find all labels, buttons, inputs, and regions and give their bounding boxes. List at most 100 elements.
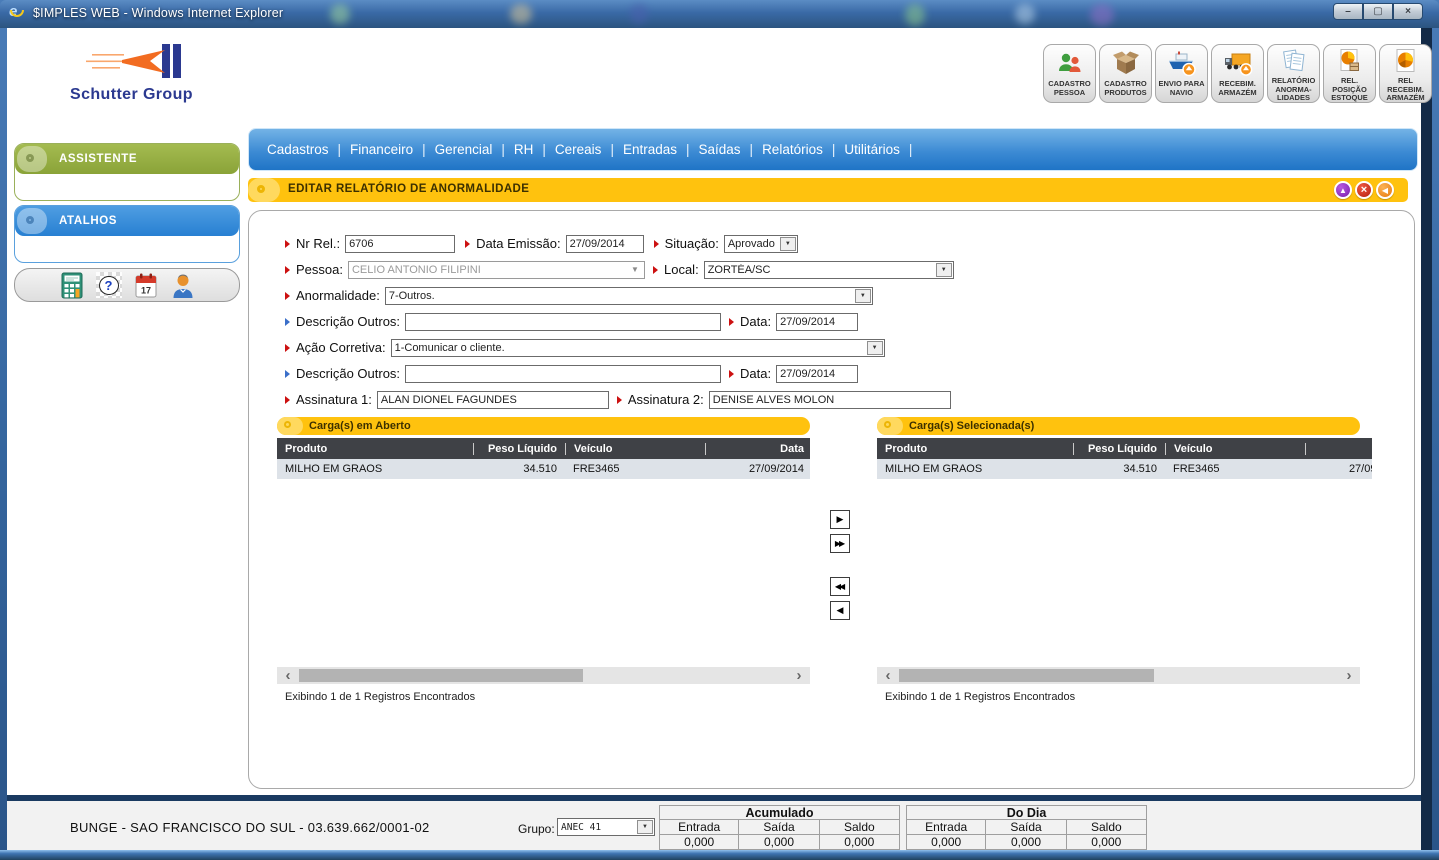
cell-produto: MILHO EM GRAOS [277,463,473,475]
background-blob [630,4,648,24]
assinatura-1-input[interactable] [377,391,609,409]
carga-selecionada-header-row: Produto Peso Líquido Veículo Data [877,438,1372,459]
cadastro-produtos-button[interactable]: CADASTRO PRODUTOS [1099,44,1152,103]
atalhos-header[interactable]: ATALHOS [15,206,239,236]
maximize-button[interactable]: ▢ [1363,3,1393,20]
menu-separator: | [750,142,754,157]
menu-cereais[interactable]: Cereais [555,142,602,157]
acao-corretiva-select[interactable]: 1-Comunicar o cliente. ▼ [391,339,885,357]
logo-text: Schutter Group [70,86,193,104]
close-button[interactable]: × [1393,3,1423,20]
section-tab [277,417,303,435]
menu-saidas[interactable]: Saídas [699,142,741,157]
col-peso-liquido: Peso Líquido [473,443,565,455]
pessoa-value: CELIO ANTONIO FILIPINI [349,264,627,276]
scroll-right-icon[interactable]: › [1338,668,1360,683]
recebimento-armazem-button[interactable]: RECEBIM. ARMAZÉM [1211,44,1264,103]
required-marker [729,318,734,326]
local-select[interactable]: ZORTÉA/SC ▼ [704,261,954,279]
assinatura-2-input[interactable] [709,391,951,409]
scroll-left-icon[interactable]: ‹ [877,668,899,683]
anormalidade-select[interactable]: 7-Outros. ▼ [385,287,873,305]
required-marker [465,240,470,248]
move-all-right-button[interactable]: ▶▶ [830,534,850,553]
required-marker [653,266,658,274]
situacao-label: Situação: [665,236,719,251]
do-dia-saida-value: 0,000 [986,835,1066,850]
carga-aberto-hscrollbar[interactable]: ‹ › [277,667,810,684]
assistente-panel: ASSISTENTE [14,143,240,201]
move-all-left-button[interactable]: ◀◀ [830,577,850,596]
menu-utilitarios[interactable]: Utilitários [844,142,900,157]
carga-selecionada-row[interactable]: MILHO EM GRAOS 34.510 FRE3465 27/09/2014 [877,459,1372,479]
assistente-header[interactable]: ASSISTENTE [15,144,239,174]
data-anormalidade-input[interactable] [776,313,858,331]
local-value: ZORTÉA/SC [705,264,936,276]
carga-aberto-row[interactable]: MILHO EM GRAOS 34.510 FRE3465 27/09/2014 [277,459,810,479]
main-menu-bar: Cadastros| Financeiro| Gerencial| RH| Ce… [248,128,1418,171]
required-marker [654,240,659,248]
cell-produto: MILHO EM GRAOS [877,463,1073,475]
back-button[interactable]: ◀ [1376,181,1394,199]
col-data: Data [705,443,810,455]
ring-icon [257,185,265,193]
scroll-top-button[interactable]: ▲ [1334,181,1352,199]
help-icon[interactable]: ? [95,271,123,299]
situacao-select[interactable]: Aprovado ▼ [724,235,798,253]
menu-rh[interactable]: RH [514,142,534,157]
form-row-6: Descrição Outros: Data: [285,364,858,383]
move-right-button[interactable]: ▶ [830,510,850,529]
rel-recebimento-armazem-button[interactable]: REL RECEBIM. ARMAZÉM [1379,44,1432,103]
menu-separator: | [686,142,690,157]
background-blob [1015,4,1035,24]
tool-label: CADASTRO PRODUTOS [1100,80,1151,97]
scroll-track[interactable] [899,669,1338,682]
do-dia-title: Do Dia [906,805,1147,820]
carga-selecionada-hscrollbar[interactable]: ‹ › [877,667,1360,684]
scroll-thumb[interactable] [299,669,583,682]
move-left-button[interactable]: ◀ [830,601,850,620]
application-window: e $IMPLES WEB - Windows Internet Explore… [0,0,1439,860]
scroll-left-icon[interactable]: ‹ [277,668,299,683]
close-page-button[interactable]: × [1355,181,1373,199]
form-row-1: Nr Rel.: Data Emissão: Situação: Aprovad… [285,234,798,253]
menu-relatorios[interactable]: Relatórios [762,142,823,157]
tool-label: CADASTRO PESSOA [1044,80,1095,97]
cadastro-pessoa-button[interactable]: CADASTRO PESSOA [1043,44,1096,103]
cell-veiculo: FRE3465 [565,463,705,475]
chevron-down-icon: ▼ [867,341,883,355]
form-row-7: Assinatura 1: Assinatura 2: [285,390,951,409]
scroll-track[interactable] [299,669,788,682]
descricao-outros-anormalidade-input[interactable] [405,313,721,331]
chevron-down-icon: ▼ [637,820,653,834]
relatorio-anormalidades-button[interactable]: RELATÓRIO ANORMA- LIDADES [1267,44,1320,103]
acumulado-saida-value: 0,000 [739,835,819,850]
tool-label: REL. POSIÇÃO ESTOQUE [1324,77,1375,103]
scroll-right-icon[interactable]: › [788,668,810,683]
menu-cadastros[interactable]: Cadastros [267,142,329,157]
menu-entradas[interactable]: Entradas [623,142,677,157]
grupo-select[interactable]: ANEC 41 ▼ [557,818,655,836]
menu-gerencial[interactable]: Gerencial [435,142,493,157]
minimize-button[interactable]: – [1333,3,1363,20]
background-blob [905,4,925,26]
situacao-value: Aprovado [725,238,780,250]
descricao-outros-acao-input[interactable] [405,365,721,383]
required-marker [729,370,734,378]
nr-rel-input[interactable] [345,235,455,253]
carga-selecionada-status: Exibindo 1 de 1 Registros Encontrados [885,691,1075,703]
menu-financeiro[interactable]: Financeiro [350,142,413,157]
data-acao-input[interactable] [776,365,858,383]
calendar-icon[interactable]: 17 [132,271,160,299]
data-emissao-input[interactable] [566,235,644,253]
ring-icon [884,421,891,428]
pie-chart-doc-icon [1392,48,1420,75]
pessoa-select[interactable]: CELIO ANTONIO FILIPINI ▼ [348,261,645,279]
rel-posicao-estoque-button[interactable]: REL. POSIÇÃO ESTOQUE [1323,44,1376,103]
form-row-2: Pessoa: CELIO ANTONIO FILIPINI ▼ Local: … [285,260,954,279]
person-icon[interactable] [169,271,197,299]
calculator-icon[interactable] [58,271,86,299]
anormalidade-value: 7-Outros. [386,290,855,302]
scroll-thumb[interactable] [899,669,1154,682]
envio-para-navio-button[interactable]: ENVIO PARA NAVIO [1155,44,1208,103]
